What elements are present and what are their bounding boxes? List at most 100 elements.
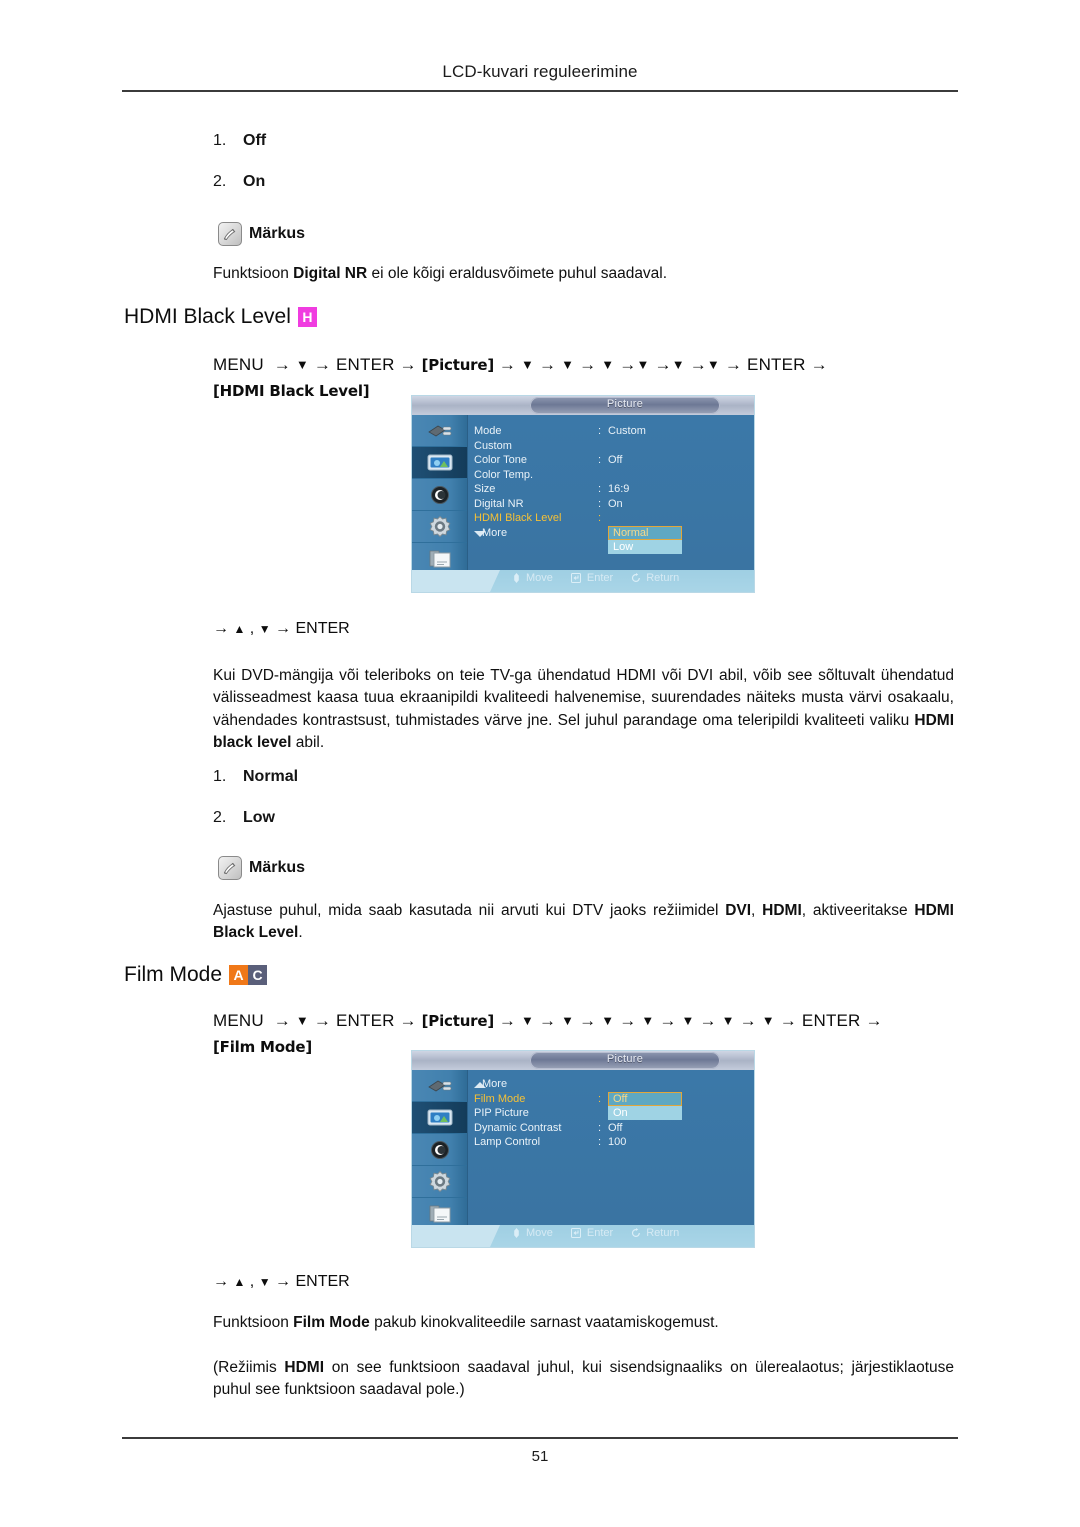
- osd-row[interactable]: Mode : Custom: [474, 425, 750, 440]
- arrow-right-icon: →: [860, 1011, 883, 1030]
- arrow-down-icon: ▼: [561, 1013, 575, 1028]
- arrow-right-icon: →: [694, 1011, 722, 1030]
- arrow-down-icon: ▼: [681, 1013, 695, 1028]
- osd-sidebar-item-picture[interactable]: [412, 447, 467, 479]
- note-label: Märkus: [249, 859, 306, 876]
- osd-footer-move[interactable]: Move: [512, 572, 553, 584]
- gear-icon: [429, 1170, 450, 1192]
- arrow-down-icon: ▼: [561, 357, 575, 372]
- enter-label: ENTER: [295, 620, 350, 637]
- list-item-number: 2.: [213, 173, 227, 190]
- osd-row-label: HDMI Black Level: [474, 512, 562, 524]
- enter-icon: [570, 573, 581, 583]
- arrow-right-icon: →: [719, 355, 748, 374]
- list-item: 1. Normal: [213, 768, 298, 786]
- list-item-label: Low: [243, 809, 275, 826]
- osd-row[interactable]: Lamp Control : 100: [474, 1136, 750, 1151]
- osd-dropdown-option-selected[interactable]: Normal: [608, 526, 682, 540]
- arrow-right-icon: →: [649, 355, 672, 374]
- osd-dropdown-hdmi-black-level[interactable]: Normal Low: [608, 526, 682, 554]
- osd-row-label: Lamp Control: [474, 1136, 541, 1148]
- multi-control-icon: [429, 1205, 450, 1222]
- arrow-down-icon: ▼: [601, 1013, 615, 1028]
- osd-dropdown-option[interactable]: Low: [608, 540, 682, 554]
- osd-row-colon: :: [598, 454, 602, 466]
- osd-footer-label: Enter: [586, 1227, 614, 1239]
- menu-path-target-token: [Film Mode]: [213, 1037, 313, 1056]
- osd-row-list: Mode : Custom Custom Color Tone : Off Co…: [474, 425, 750, 541]
- osd-sidebar-item-setup[interactable]: [412, 511, 467, 543]
- osd-row[interactable]: Color Tone : Off: [474, 454, 750, 469]
- paragraph-film-mode-description: Funktsioon Film Mode pakub kinokvaliteed…: [213, 1312, 954, 1334]
- arrow-right-icon: →: [774, 1011, 802, 1030]
- osd-row-value: 100: [608, 1136, 627, 1148]
- menu-path-enter: ENTER: [335, 1011, 395, 1030]
- menu-path-start: MENU: [213, 1011, 264, 1030]
- arrow-right-icon: →: [275, 620, 292, 637]
- osd-row-label: More: [482, 1078, 508, 1090]
- speaker-icon: [430, 485, 449, 504]
- paragraph-part: on see funktsioon saadaval juhul, kui si…: [213, 1359, 954, 1399]
- osd-sidebar-item-picture[interactable]: [412, 1102, 467, 1134]
- speaker-icon: [430, 1140, 449, 1159]
- note-text: Ajastuse puhul, mida saab kasutada nii a…: [213, 900, 954, 945]
- osd-dropdown-film-mode[interactable]: Off On: [608, 1092, 682, 1120]
- osd-footer-enter[interactable]: Enter: [570, 572, 614, 584]
- osd-row-more[interactable]: More: [474, 1078, 750, 1093]
- page-header-title: LCD-kuvari reguleerimine: [442, 62, 638, 81]
- arrow-right-icon: →: [213, 620, 229, 637]
- arrow-right-icon: →: [308, 1011, 336, 1030]
- osd-row-selected[interactable]: HDMI Black Level :: [474, 512, 750, 527]
- paragraph-film-mode-note: (Režiimis HDMI on see funktsioon saadava…: [213, 1357, 954, 1402]
- osd-dropdown-option[interactable]: On: [608, 1106, 682, 1120]
- arrow-down-icon: ▼: [258, 622, 271, 636]
- enter-label: ENTER: [295, 1273, 350, 1290]
- osd-footer-label: Move: [526, 1227, 553, 1239]
- osd-row[interactable]: Dynamic Contrast : Off: [474, 1122, 750, 1137]
- osd-row[interactable]: Size : 16:9: [474, 483, 750, 498]
- osd-sidebar-item-sound[interactable]: [412, 1134, 467, 1166]
- badge-group: A C: [229, 965, 268, 985]
- move-icon: [514, 1228, 519, 1238]
- note-text-part: ei ole kõigi eraldusvõimete puhul saadav…: [367, 265, 668, 282]
- osd-row-label: Size: [474, 483, 496, 495]
- arrow-up-icon: ▲: [233, 622, 246, 636]
- list-item-label: Off: [243, 132, 267, 149]
- osd-footer-label: Enter: [586, 572, 614, 584]
- osd-footer-return[interactable]: Return: [631, 572, 679, 584]
- osd-sidebar-item-setup[interactable]: [412, 1166, 467, 1198]
- osd-title: Picture: [606, 398, 644, 410]
- osd-sidebar-item-input[interactable]: [412, 1070, 467, 1102]
- arrow-right-icon: →: [494, 1011, 522, 1030]
- badge-h: H: [297, 307, 317, 327]
- osd-sidebar-item-input[interactable]: [412, 415, 467, 447]
- badge-a: A: [229, 965, 249, 985]
- osd-row[interactable]: Digital NR : On: [474, 498, 750, 513]
- osd-footer-return[interactable]: Return: [631, 1227, 679, 1239]
- menu-path-picture-token: [Picture]: [421, 356, 495, 374]
- arrow-right-icon: →: [614, 1011, 642, 1030]
- arrow-up-icon: ▲: [233, 1275, 246, 1289]
- osd-row[interactable]: Custom: [474, 440, 750, 455]
- osd-row-label: Digital NR: [474, 497, 524, 510]
- note-label: Märkus: [249, 225, 306, 242]
- section-heading-hdmi-black-level: HDMI Black Level H: [124, 305, 317, 329]
- paragraph-emphasis: HDMI: [284, 1359, 325, 1376]
- gear-icon: [429, 515, 450, 537]
- osd-footer-enter[interactable]: Enter: [570, 1227, 614, 1239]
- arrow-right-icon: →: [308, 355, 336, 374]
- arrow-right-icon: →: [268, 1011, 296, 1030]
- header-divider: [122, 90, 958, 92]
- arrow-right-icon: →: [654, 1011, 682, 1030]
- arrow-down-icon: ▼: [721, 1013, 735, 1028]
- arrow-right-icon: →: [268, 355, 296, 374]
- list-item-number: 1.: [213, 768, 227, 785]
- osd-dropdown-option-selected[interactable]: Off: [608, 1092, 682, 1106]
- osd-sidebar-item-sound[interactable]: [412, 479, 467, 511]
- list-item: 2. On: [213, 173, 265, 191]
- osd-sidebar: [412, 415, 468, 575]
- section-heading-film-mode: Film Mode A C: [124, 963, 268, 987]
- osd-footer-move[interactable]: Move: [512, 1227, 553, 1239]
- list-item-label: Normal: [243, 768, 299, 785]
- osd-row[interactable]: Color Temp.: [474, 469, 750, 484]
